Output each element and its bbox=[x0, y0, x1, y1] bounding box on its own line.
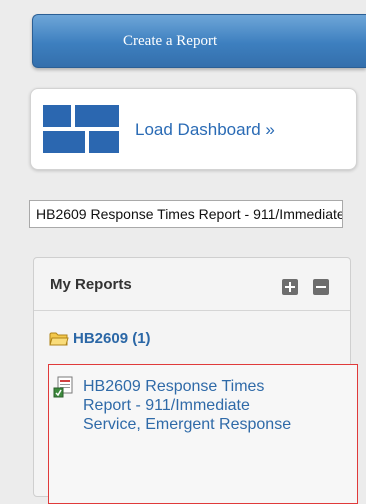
collapse-all-button[interactable] bbox=[313, 279, 329, 295]
report-link[interactable]: HB2609 Response Times Report - 911/Immed… bbox=[83, 377, 303, 434]
create-report-button[interactable]: Create a Report bbox=[32, 14, 366, 68]
minus-icon bbox=[316, 286, 326, 288]
plus-icon bbox=[285, 282, 295, 292]
folder-label: HB2609 (1) bbox=[73, 330, 151, 347]
folder-icon bbox=[49, 332, 69, 345]
my-reports-header: My Reports bbox=[34, 258, 350, 311]
report-item-selected[interactable]: HB2609 Response Times Report - 911/Immed… bbox=[48, 364, 358, 504]
expand-all-button[interactable] bbox=[282, 279, 298, 295]
load-dashboard-label: Load Dashboard » bbox=[135, 120, 275, 139]
report-search-input[interactable] bbox=[29, 200, 343, 228]
create-report-label: Create a Report bbox=[123, 32, 218, 49]
folder-hb2609[interactable]: HB2609 (1) bbox=[49, 330, 151, 347]
my-reports-title: My Reports bbox=[50, 276, 132, 293]
report-icon bbox=[53, 376, 73, 398]
load-dashboard-button[interactable]: Load Dashboard » bbox=[30, 88, 357, 170]
my-reports-panel: My Reports HB2609 (1) HB2609 Response Ti… bbox=[33, 257, 358, 504]
dashboard-grid-icon bbox=[43, 105, 119, 153]
